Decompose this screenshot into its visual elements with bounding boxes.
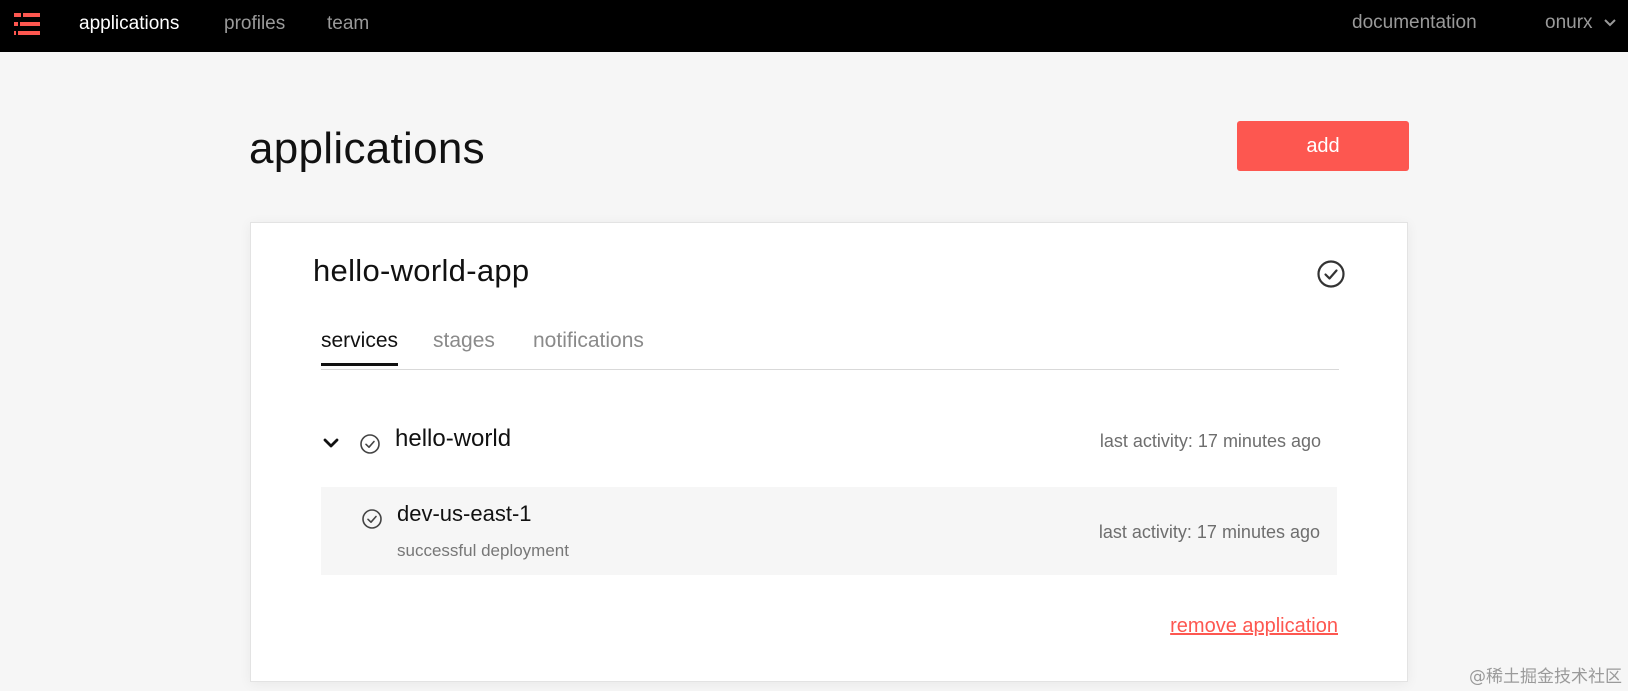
watermark: @稀土掘金技术社区 bbox=[1469, 667, 1622, 687]
service-name[interactable]: hello-world bbox=[395, 425, 511, 453]
chevron-down-icon[interactable] bbox=[321, 433, 341, 453]
service-last-activity: last activity: 17 minutes ago bbox=[1099, 431, 1321, 451]
user-menu[interactable]: onurx bbox=[1545, 12, 1616, 34]
serverless-logo-icon[interactable] bbox=[14, 12, 42, 36]
service-row: hello-world last activity: 17 minutes ag… bbox=[321, 421, 1321, 471]
stage-name: dev-us-east-1 bbox=[397, 501, 532, 526]
check-circle-icon bbox=[362, 509, 382, 529]
page-title: applications bbox=[249, 124, 485, 173]
user-name: onurx bbox=[1545, 12, 1593, 33]
nav-link-documentation[interactable]: documentation bbox=[1352, 12, 1477, 34]
stage-last-activity: last activity: 17 minutes ago bbox=[1098, 522, 1320, 542]
add-button[interactable]: add bbox=[1237, 121, 1409, 171]
tab-notifications[interactable]: notifications bbox=[533, 329, 644, 363]
remove-application-link[interactable]: remove application bbox=[1170, 615, 1338, 638]
tab-services[interactable]: services bbox=[321, 329, 399, 366]
top-nav: applications profiles team documentation… bbox=[0, 0, 1628, 52]
stage-row[interactable]: dev-us-east-1 successful deployment last… bbox=[321, 487, 1337, 575]
stage-status-message: successful deployment bbox=[397, 541, 569, 560]
check-circle-icon bbox=[360, 434, 380, 454]
tab-stages[interactable]: stages bbox=[433, 329, 495, 363]
nav-link-profiles[interactable]: profiles bbox=[224, 13, 285, 35]
application-card: hello-world-app services stages notifica… bbox=[250, 222, 1408, 682]
nav-link-applications[interactable]: applications bbox=[79, 13, 179, 35]
nav-link-team[interactable]: team bbox=[327, 13, 369, 35]
application-name: hello-world-app bbox=[313, 253, 530, 288]
check-circle-icon bbox=[1317, 260, 1345, 288]
application-tabs: services stages notifications bbox=[321, 329, 1339, 370]
chevron-down-icon bbox=[1604, 19, 1616, 27]
